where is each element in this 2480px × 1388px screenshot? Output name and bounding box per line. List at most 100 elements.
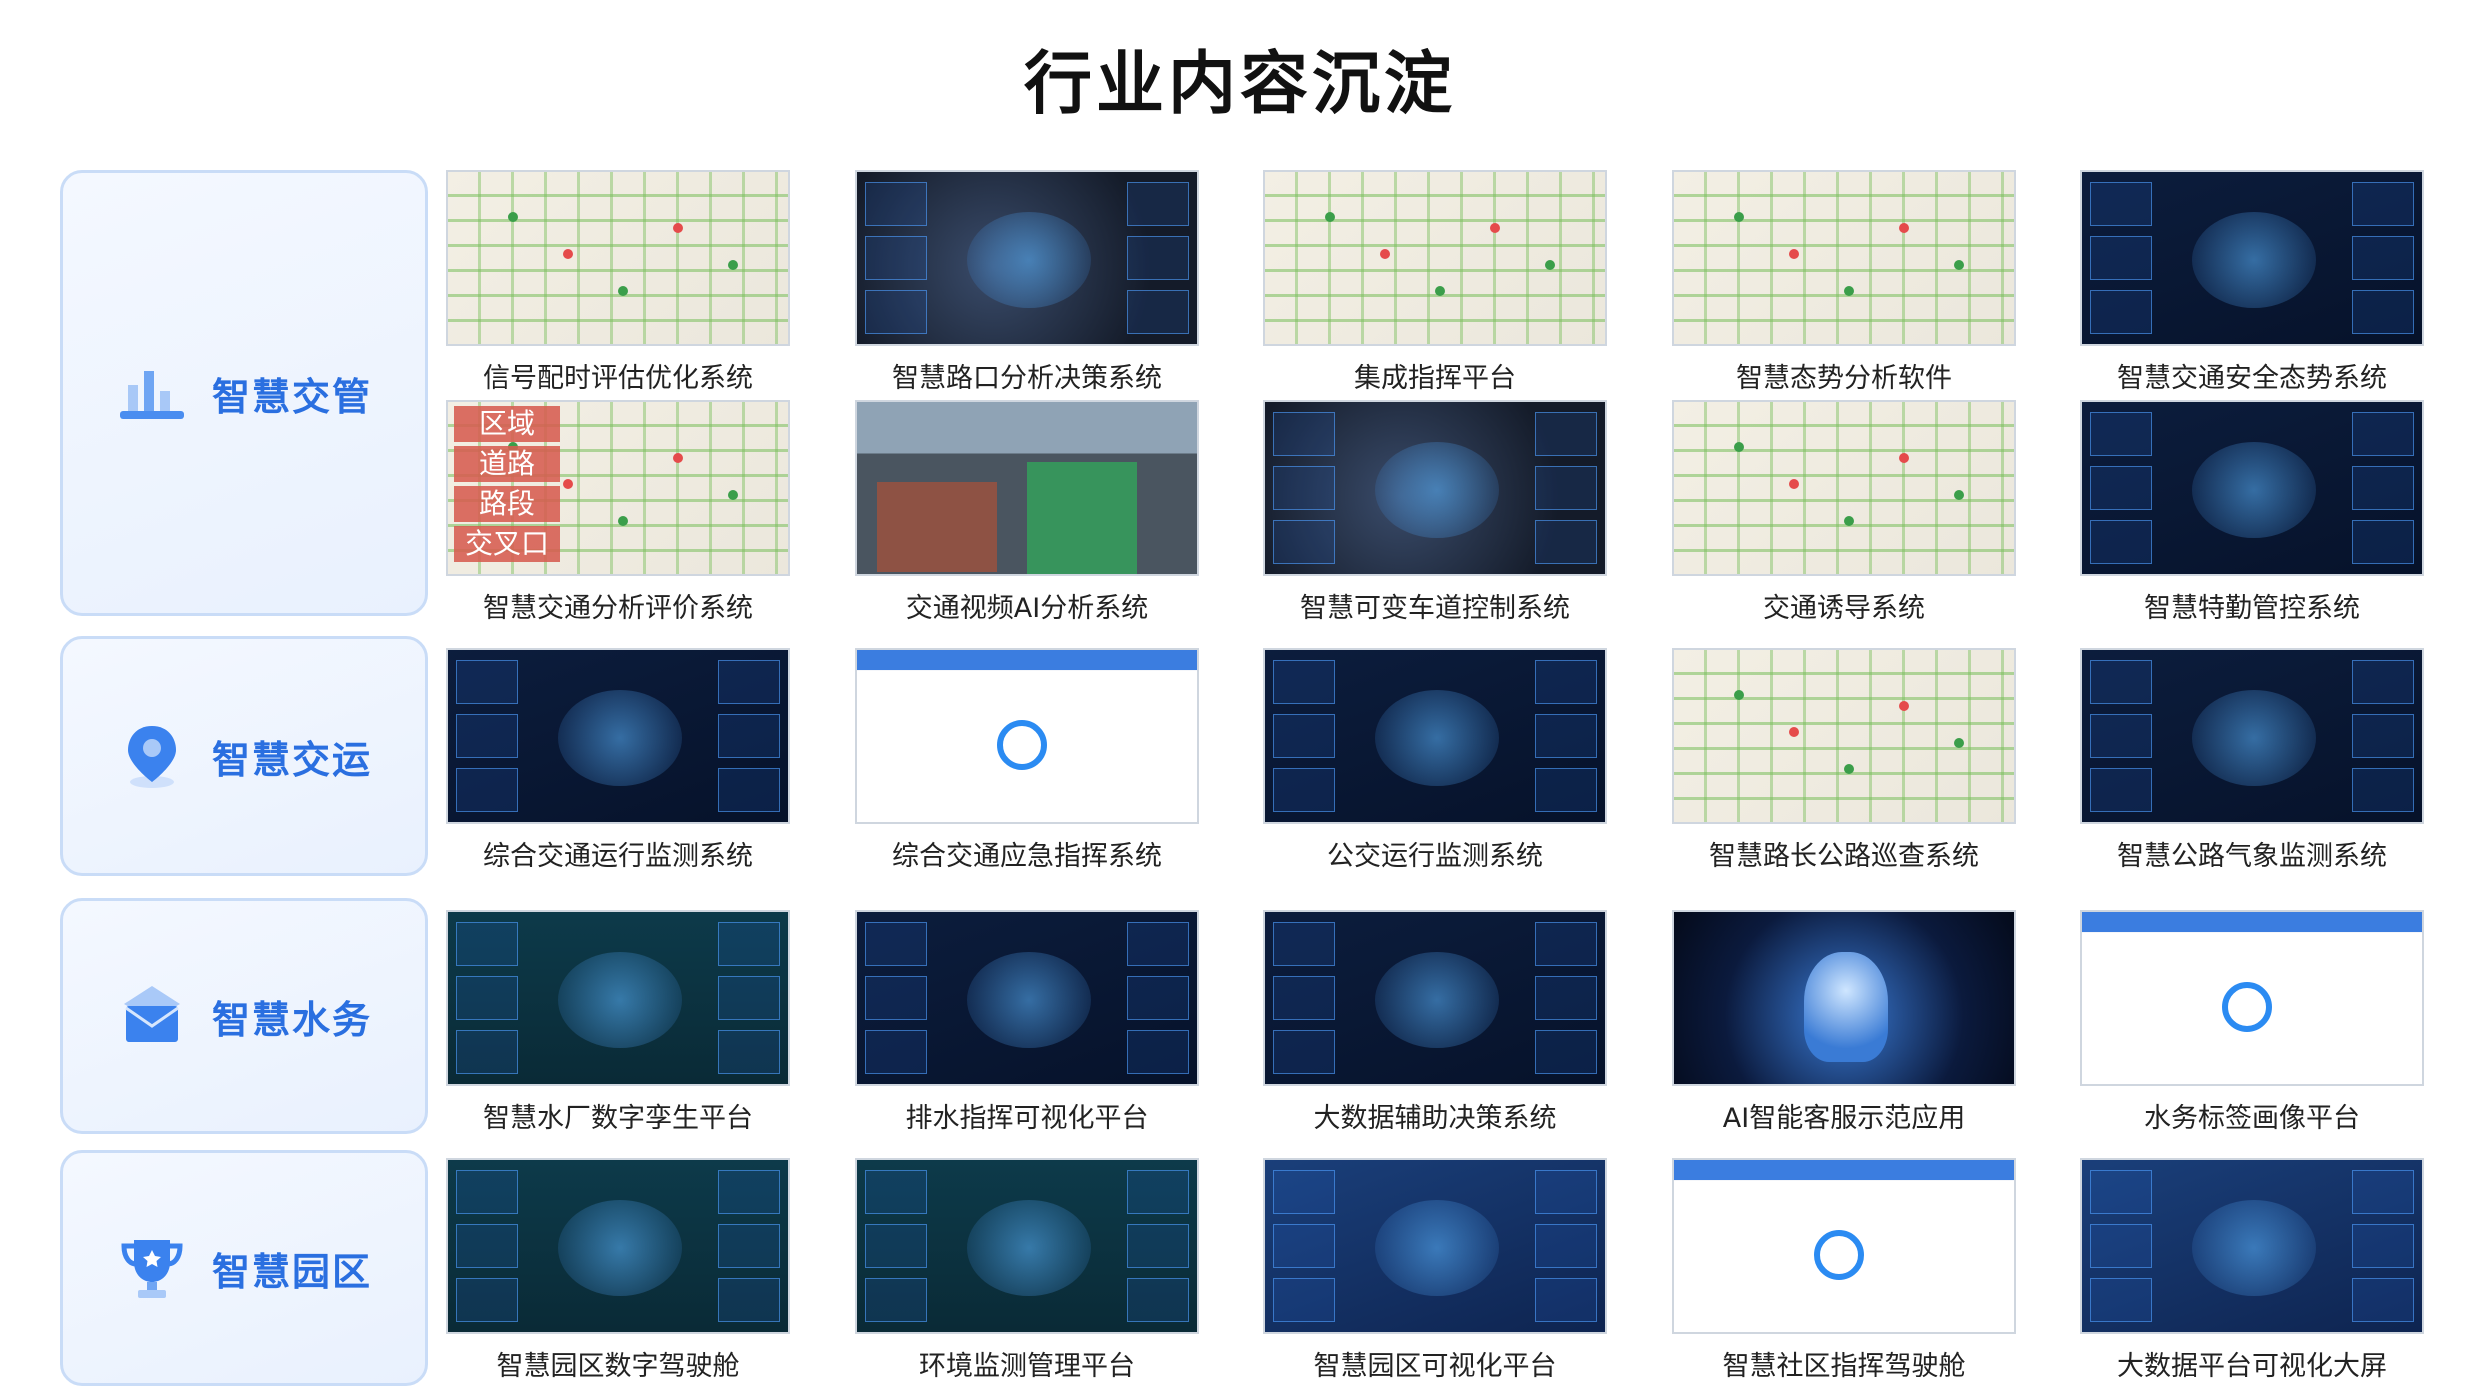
center-visual (558, 952, 682, 1048)
panel-widget (1535, 660, 1597, 704)
panel-widget (2352, 1224, 2414, 1268)
screenshot-tile[interactable]: 大数据辅助决策系统 (1263, 910, 1607, 1135)
map-marker (1435, 286, 1445, 296)
screenshot-tile[interactable]: 集成指挥平台 (1263, 170, 1607, 395)
screenshot-tile[interactable]: 智慧交通安全态势系统 (2080, 170, 2424, 395)
screenshot-tile[interactable]: 智慧态势分析软件 (1672, 170, 2016, 395)
tile-label: 智慧水厂数字孪生平台 (483, 1103, 753, 1134)
panel-widget (1535, 1170, 1597, 1214)
screenshot-tile[interactable]: 交通诱导系统 (1672, 400, 2016, 625)
screenshot-tile[interactable]: 环境监测管理平台 (855, 1158, 1199, 1383)
panel-widget (456, 1030, 518, 1074)
panel-widget (1535, 1030, 1597, 1074)
tile-label: 综合交通应急指挥系统 (892, 841, 1162, 872)
tile-label: 智慧社区指挥驾驶舱 (1722, 1351, 1966, 1382)
panel-widget (2090, 236, 2152, 280)
screenshot-tile[interactable]: 交通视频AI分析系统 (855, 400, 1199, 625)
screenshot-tile[interactable]: 智慧路长公路巡查系统 (1672, 648, 2016, 873)
panel-widget (1127, 182, 1189, 226)
screenshot-tile[interactable]: 水务标签画像平台 (2080, 910, 2424, 1135)
screenshot-tile[interactable]: AI智能客服示范应用 (1672, 910, 2016, 1135)
map-marker (1899, 453, 1909, 463)
screenshot-tile[interactable]: 公交运行监测系统 (1263, 648, 1607, 873)
screenshot-tile[interactable]: 智慧园区可视化平台 (1263, 1158, 1607, 1383)
panel-widget (718, 1030, 780, 1074)
panel-widget (456, 1224, 518, 1268)
screenshot-thumbnail (1263, 170, 1607, 346)
screenshot-thumbnail (1672, 170, 2016, 346)
panel-widget (1127, 1278, 1189, 1322)
screenshot-thumbnail (446, 1158, 790, 1334)
panel-widget (865, 236, 927, 280)
center-visual (1375, 690, 1499, 786)
screenshot-tile[interactable]: 智慧社区指挥驾驶舱 (1672, 1158, 2016, 1383)
panel-widget (2090, 768, 2152, 812)
center-visual (2192, 690, 2316, 786)
panel-widget (456, 922, 518, 966)
center-visual (1375, 952, 1499, 1048)
tile-label: 智慧交通分析评价系统 (483, 593, 753, 624)
panel-widget (1273, 520, 1335, 564)
panel-widget (1535, 922, 1597, 966)
screenshot-tile[interactable]: 智慧特勤管控系统 (2080, 400, 2424, 625)
panel-widget (2090, 412, 2152, 456)
panel-widget (2352, 660, 2414, 704)
center-visual (967, 1200, 1091, 1296)
tile-label: 智慧特勤管控系统 (2144, 593, 2360, 624)
panel-widget (456, 768, 518, 812)
panel-widget (2090, 1170, 2152, 1214)
tile-label: AI智能客服示范应用 (1722, 1103, 1966, 1134)
map-marker (1954, 490, 1964, 500)
category-panel-park: 智慧园区 (60, 1150, 428, 1386)
panel-widget (2352, 236, 2414, 280)
screenshot-tile[interactable]: 信号配时评估优化系统 (446, 170, 790, 395)
app-header-bar (2082, 912, 2422, 932)
map-marker (1789, 479, 1799, 489)
map-marker (1844, 764, 1854, 774)
panel-widget (1535, 520, 1597, 564)
panel-widget (456, 714, 518, 758)
screenshot-tile[interactable]: 智慧公路气象监测系统 (2080, 648, 2424, 873)
tile-label: 大数据平台可视化大屏 (2117, 1351, 2387, 1382)
screenshot-thumbnail (446, 910, 790, 1086)
center-visual (967, 952, 1091, 1048)
center-visual (1375, 442, 1499, 538)
screenshot-tile[interactable]: 区域 道路 路段 交叉口 智慧交通分析评价系统 (446, 400, 790, 625)
map-marker (1734, 212, 1744, 222)
panel-widget (2352, 714, 2414, 758)
screenshot-thumbnail (2080, 910, 2424, 1086)
panel-widget (2090, 182, 2152, 226)
screenshot-tile[interactable]: 智慧水厂数字孪生平台 (446, 910, 790, 1135)
screenshot-thumbnail (1263, 400, 1607, 576)
panel-widget (865, 1278, 927, 1322)
map-marker (508, 212, 518, 222)
lane-highlight (1027, 462, 1137, 574)
tile-label: 智慧园区可视化平台 (1313, 1351, 1557, 1382)
tile-label: 集成指挥平台 (1354, 363, 1516, 394)
tile-label: 环境监测管理平台 (919, 1351, 1135, 1382)
screenshot-tile[interactable]: 大数据平台可视化大屏 (2080, 1158, 2424, 1383)
panel-widget (718, 660, 780, 704)
screenshot-tile[interactable]: 智慧可变车道控制系统 (1263, 400, 1607, 625)
tile-label: 智慧交通安全态势系统 (2117, 363, 2387, 394)
panel-widget (2352, 412, 2414, 456)
panel-widget (1535, 466, 1597, 510)
map-marker (673, 453, 683, 463)
screenshot-tile[interactable]: 综合交通应急指挥系统 (855, 648, 1199, 873)
panel-widget (865, 182, 927, 226)
tile-label: 公交运行监测系统 (1327, 841, 1543, 872)
screenshot-tile[interactable]: 综合交通运行监测系统 (446, 648, 790, 873)
overlay-label: 路段 (454, 486, 560, 522)
map-marker (1380, 249, 1390, 259)
map-marker (728, 260, 738, 270)
panel-widget (456, 976, 518, 1020)
panel-widget (1535, 1224, 1597, 1268)
panel-widget (865, 1030, 927, 1074)
panel-widget (2090, 520, 2152, 564)
tile-label: 智慧可变车道控制系统 (1300, 593, 1570, 624)
tile-label: 综合交通运行监测系统 (483, 841, 753, 872)
panel-widget (2352, 466, 2414, 510)
screenshot-tile[interactable]: 智慧园区数字驾驶舱 (446, 1158, 790, 1383)
screenshot-tile[interactable]: 排水指挥可视化平台 (855, 910, 1199, 1135)
screenshot-tile[interactable]: 智慧路口分析决策系统 (855, 170, 1199, 395)
